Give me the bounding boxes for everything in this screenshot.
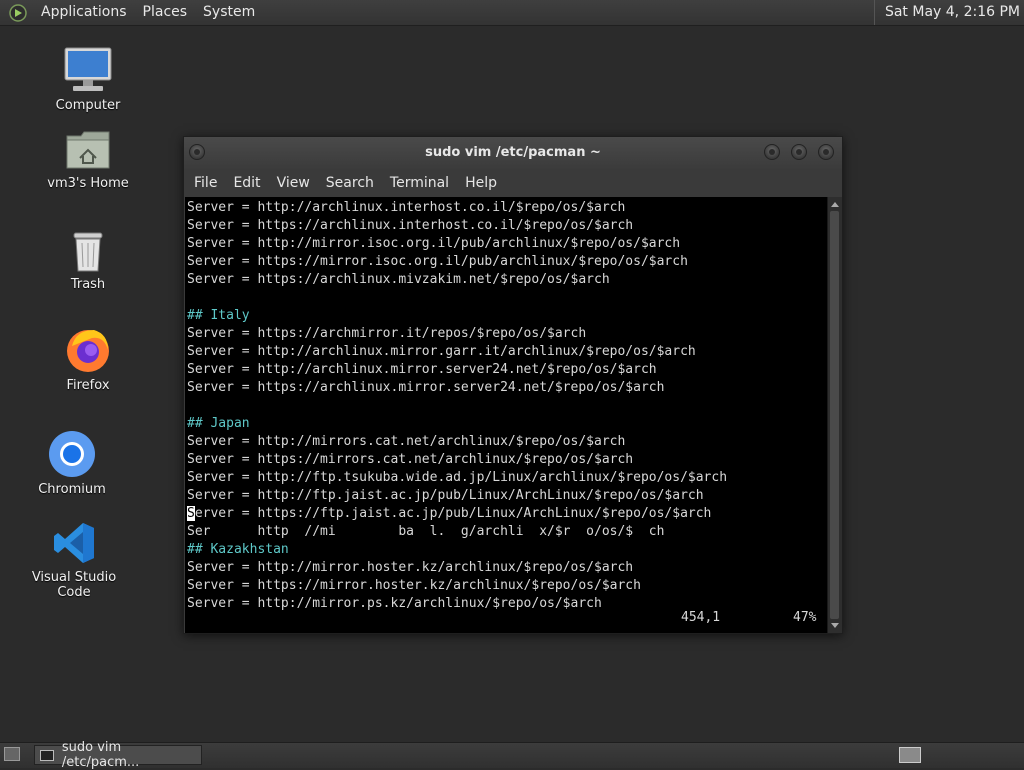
window-title: sudo vim /etc/pacman ~ [425, 145, 601, 160]
menu-file[interactable]: File [186, 169, 225, 197]
desktop-icon-computer[interactable]: Computer [33, 46, 143, 113]
vim-line: Server = http://archlinux.mirror.server2… [187, 362, 657, 377]
desktop-icon-label: Computer [55, 98, 121, 113]
distro-logo-icon[interactable] [9, 3, 27, 22]
workspace-switcher[interactable] [899, 747, 921, 763]
vim-comment-line: ## Japan [187, 416, 250, 431]
vscode-icon [54, 523, 94, 563]
vim-line: Server = https://archmirror.it/repos/$re… [187, 326, 587, 341]
maximize-button[interactable] [791, 144, 807, 160]
trash-icon [73, 232, 103, 272]
vim-line: Server = http://mirrors.cat.net/archlinu… [187, 434, 626, 449]
bottom-panel: sudo vim /etc/pacm... [0, 740, 1024, 770]
vim-line: Ser http //mi ba l. g/archli x/$r o/os/$… [187, 524, 665, 539]
desktop-icon-label: vm3's Home [47, 176, 129, 191]
vim-line: Server = http://archlinux.interhost.co.i… [187, 200, 626, 215]
menu-search[interactable]: Search [318, 169, 382, 197]
vim-line: Server = https://mirror.hoster.kz/archli… [187, 578, 641, 593]
places-menu[interactable]: Places [135, 0, 196, 25]
window-title-bar[interactable]: sudo vim /etc/pacman ~ [184, 137, 842, 169]
vim-line: Server = https://archlinux.mivzakim.net/… [187, 272, 610, 287]
chromium-icon [49, 431, 95, 477]
menu-view[interactable]: View [269, 169, 318, 197]
desktop-icon-firefox[interactable]: Firefox [33, 326, 143, 393]
menu-edit[interactable]: Edit [225, 169, 268, 197]
vim-line [187, 289, 727, 307]
vim-line: Server = http://archlinux.mirror.garr.it… [187, 344, 696, 359]
menu-terminal[interactable]: Terminal [382, 169, 457, 197]
taskbar-item-label: sudo vim /etc/pacm... [61, 740, 140, 770]
computer-icon [64, 47, 112, 91]
desktop-icon-vscode[interactable]: Visual Studio Code [19, 520, 129, 600]
desktop-icon-label: Visual Studio Code [31, 570, 117, 600]
scroll-down-arrow-icon[interactable] [831, 623, 839, 628]
scroll-percent: 47% [793, 610, 817, 625]
terminal-text-area[interactable]: Server = http://archlinux.interhost.co.i… [185, 197, 827, 633]
close-button[interactable] [818, 144, 834, 160]
desktop-icon-chromium[interactable]: Chromium [17, 430, 127, 497]
scroll-up-arrow-icon[interactable] [831, 202, 839, 207]
system-menu[interactable]: System [195, 0, 263, 25]
vim-line: Server = https://mirrors.cat.net/archlin… [187, 452, 634, 467]
vim-line: Server = https://mirror.isoc.org.il/pub/… [187, 254, 688, 269]
vim-line: Server = http://ftp.jaist.ac.jp/pub/Linu… [187, 488, 704, 503]
menu-help[interactable]: Help [457, 169, 505, 197]
home-folder-icon [66, 131, 110, 169]
terminal-scrollbar[interactable] [827, 197, 842, 633]
vim-line: Server = https://archlinux.interhost.co.… [187, 218, 634, 233]
minimize-button[interactable] [764, 144, 780, 160]
vim-status-line: 454,1 47% [185, 609, 825, 627]
terminal-icon [40, 749, 54, 761]
desktop-icon-trash[interactable]: Trash [33, 229, 143, 292]
vim-line: Server = https://ftp.jaist.ac.jp/pub/Lin… [187, 506, 712, 521]
terminal-menu-bar: File Edit View Search Terminal Help [184, 169, 842, 197]
desktop-icon-label: Trash [70, 277, 106, 292]
vim-line [187, 397, 727, 415]
clock[interactable]: Sat May 4, 2:16 PM [873, 0, 1024, 25]
vim-line: Server = https://archlinux.mirror.server… [187, 380, 665, 395]
vim-buffer: Server = http://archlinux.interhost.co.i… [187, 199, 727, 613]
show-desktop-icon[interactable] [4, 747, 20, 761]
desktop-icon-home[interactable]: vm3's Home [33, 128, 143, 191]
vim-comment-line: ## Kazakhstan [187, 542, 289, 557]
taskbar-item-terminal[interactable]: sudo vim /etc/pacm... [34, 740, 202, 770]
vim-comment-line: ## Italy [187, 308, 250, 323]
vim-line: Server = http://mirror.hoster.kz/archlin… [187, 560, 634, 575]
cursor-position: 454,1 [681, 610, 721, 625]
vim-line: Server = http://mirror.isoc.org.il/pub/a… [187, 236, 681, 251]
desktop-icon-label: Firefox [66, 378, 110, 393]
top-panel: Applications Places System Sat May 4, 2:… [0, 0, 1024, 26]
text-cursor: S [187, 506, 195, 521]
firefox-icon [67, 330, 109, 372]
desktop-icon-label: Chromium [38, 482, 106, 497]
applications-menu[interactable]: Applications [33, 0, 135, 25]
scrollbar-thumb[interactable] [830, 211, 839, 619]
terminal-window[interactable]: sudo vim /etc/pacman ~ File Edit View Se… [183, 136, 843, 634]
vim-line: Server = http://ftp.tsukuba.wide.ad.jp/L… [187, 470, 728, 485]
